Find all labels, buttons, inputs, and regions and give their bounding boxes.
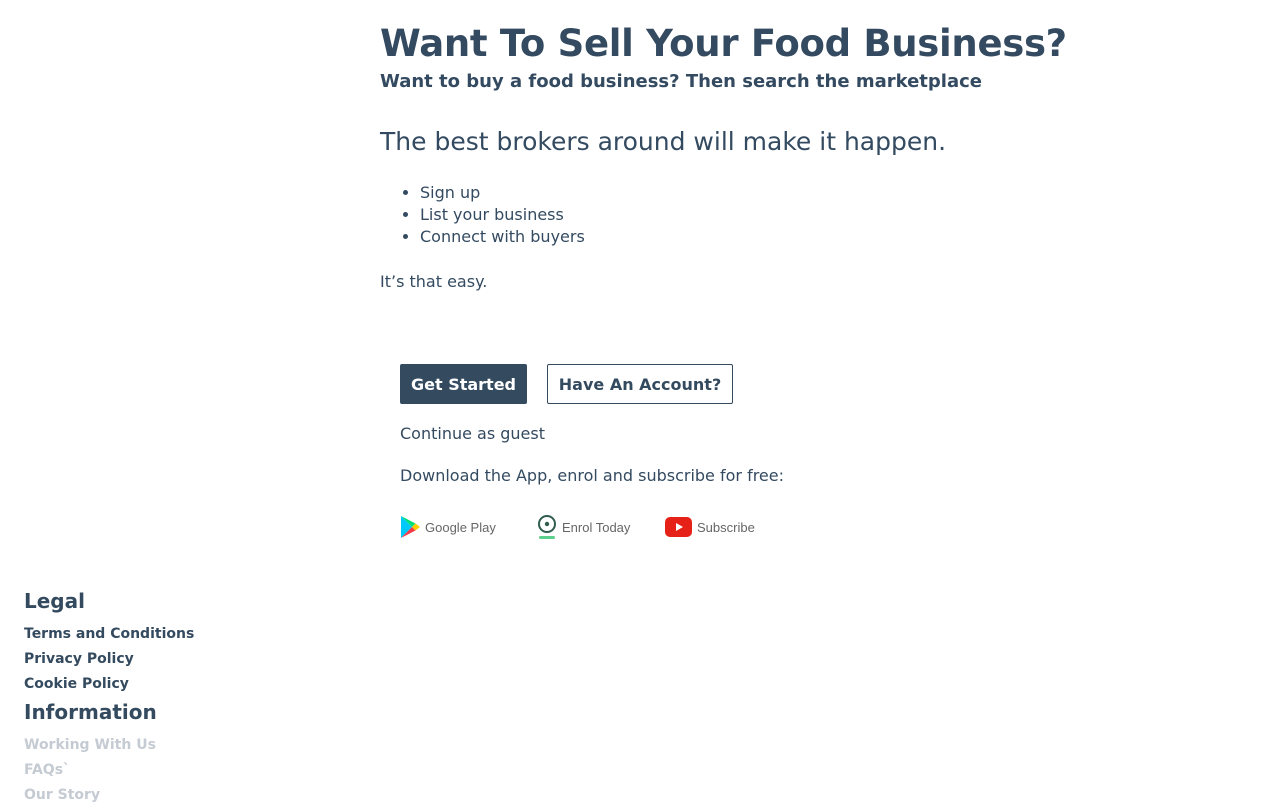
location-pin-icon	[538, 515, 556, 539]
google-play-badge[interactable]: Google Play	[400, 512, 496, 542]
terms-link[interactable]: Terms and Conditions	[24, 622, 324, 647]
continue-as-guest-link[interactable]: Continue as guest	[400, 424, 545, 443]
youtube-subscribe-label: Subscribe	[697, 519, 755, 535]
page-subtitle: Want to buy a food business? Then search…	[380, 71, 982, 92]
legal-heading: Legal	[24, 589, 85, 613]
steps-list: Sign up List your business Connect with …	[380, 182, 585, 248]
footer: Legal Terms and Conditions Privacy Polic…	[24, 588, 324, 808]
list-item: Connect with buyers	[420, 226, 585, 248]
cookie-link[interactable]: Cookie Policy	[24, 672, 324, 697]
information-heading: Information	[24, 700, 157, 724]
youtube-play-icon	[665, 517, 692, 537]
download-app-text: Download the App, enrol and subscribe fo…	[400, 466, 785, 485]
youtube-subscribe-badge[interactable]: Subscribe	[665, 512, 755, 542]
easy-text: It’s that easy.	[380, 272, 488, 291]
google-play-icon	[401, 516, 420, 538]
have-account-button[interactable]: Have An Account?	[547, 364, 733, 404]
list-item: Sign up	[420, 182, 585, 204]
enrol-today-label: Enrol Today	[562, 519, 631, 535]
enrol-today-badge[interactable]: Enrol Today	[537, 512, 630, 542]
information-links: Working With Us FAQs` Our Story	[24, 733, 324, 808]
list-item: List your business	[420, 204, 585, 226]
page-title: Want To Sell Your Food Business?	[380, 22, 1067, 65]
google-play-label: Google Play	[425, 519, 496, 535]
tagline: The best brokers around will make it hap…	[380, 127, 947, 156]
faqs-link[interactable]: FAQs`	[24, 758, 324, 783]
get-started-button[interactable]: Get Started	[400, 364, 527, 404]
working-with-us-link[interactable]: Working With Us	[24, 733, 324, 758]
our-story-link[interactable]: Our Story	[24, 783, 324, 808]
privacy-link[interactable]: Privacy Policy	[24, 647, 324, 672]
legal-links: Terms and Conditions Privacy Policy Cook…	[24, 622, 324, 697]
